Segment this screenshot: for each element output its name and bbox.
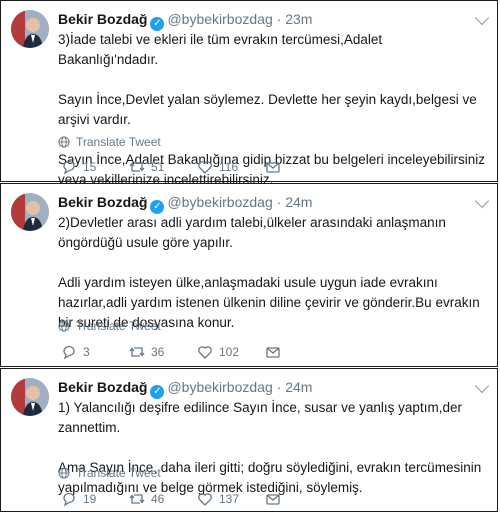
verified-badge-icon: ✓ (150, 200, 165, 214)
timestamp[interactable]: 23m (285, 11, 312, 27)
chevron-down-icon[interactable] (474, 378, 490, 394)
translate-label: Translate Tweet (76, 466, 161, 480)
retweet-icon (129, 494, 145, 504)
like-count: 137 (219, 492, 240, 506)
author-handle[interactable]: @bybekirbozdag (167, 379, 272, 395)
tweet-actions: 19 46 137 (61, 491, 281, 507)
direct-message-icon (266, 494, 280, 505)
reply-icon (63, 492, 75, 507)
retweet-icon (129, 162, 145, 172)
heart-icon (198, 161, 212, 174)
retweet-button[interactable]: 46 (129, 491, 197, 507)
avatar-image (11, 193, 49, 231)
direct-message-button[interactable] (265, 159, 281, 175)
author-handle[interactable]: @bybekirbozdag (167, 11, 272, 27)
like-count: 116 (219, 160, 239, 174)
author-name[interactable]: Bekir Bozdağ (58, 379, 147, 395)
tweet-header: Bekir Bozdağ ✓ @bybekirbozdag · 24m (58, 378, 312, 399)
tweet-header: Bekir Bozdağ ✓ @bybekirbozdag · 24m (58, 193, 312, 214)
avatar-image (11, 10, 49, 48)
retweet-icon (129, 347, 145, 357)
heart-icon (198, 493, 212, 506)
author-handle[interactable]: @bybekirbozdag (167, 194, 272, 210)
tweet-2[interactable]: Bekir Bozdağ ✓ @bybekirbozdag · 24m 2)Devl… (0, 183, 498, 367)
globe-icon (58, 320, 70, 332)
avatar[interactable] (11, 10, 49, 48)
separator-dot: · (276, 379, 282, 395)
author-name[interactable]: Bekir Bozdağ (58, 194, 147, 210)
separator-dot: · (276, 194, 282, 210)
tweet-header: Bekir Bozdağ ✓ @bybekirbozdag · 23m (58, 10, 312, 31)
translate-label: Translate Tweet (76, 135, 161, 149)
translate-tweet-link[interactable]: Translate Tweet (58, 319, 161, 333)
globe-icon (58, 136, 70, 148)
retweet-count: 36 (151, 345, 165, 359)
retweet-button[interactable]: 36 (129, 344, 197, 360)
tweet-1[interactable]: Bekir Bozdağ ✓ @bybekirbozdag · 23m 3)İade… (0, 0, 498, 187)
chevron-down-icon[interactable] (474, 10, 490, 26)
tweet-paragraph: 3)İade talebi ve ekleri ile tüm evrakın … (58, 32, 383, 67)
tweet-paragraph: 1) Yalancılığı deşifre edilince Sayın İn… (58, 400, 462, 435)
tweet-actions: 3 36 102 (61, 344, 281, 360)
reply-button[interactable]: 15 (61, 159, 129, 175)
reply-icon (63, 345, 75, 360)
reply-icon (63, 160, 75, 175)
avatar[interactable] (11, 378, 49, 416)
like-button[interactable]: 116 (197, 159, 265, 175)
retweet-button[interactable]: 51 (129, 159, 197, 175)
direct-message-icon (266, 162, 280, 173)
separator-dot: · (276, 11, 282, 27)
like-button[interactable]: 137 (197, 491, 265, 507)
reply-count: 3 (83, 345, 90, 359)
tweet-text: 1) Yalancılığı deşifre edilince Sayın İn… (58, 398, 485, 498)
tweet-paragraph: Sayın İnce,Devlet yalan söylemez. Devlet… (58, 92, 477, 127)
author-name[interactable]: Bekir Bozdağ (58, 11, 147, 27)
verified-badge-icon: ✓ (150, 385, 165, 399)
direct-message-button[interactable] (265, 344, 281, 360)
reply-button[interactable]: 19 (61, 491, 129, 507)
translate-tweet-link[interactable]: Translate Tweet (58, 466, 161, 480)
tweet-actions: 15 51 116 (61, 159, 281, 175)
verified-badge-icon: ✓ (150, 17, 165, 31)
reply-button[interactable]: 3 (61, 344, 129, 360)
reply-count: 15 (83, 160, 97, 174)
globe-icon (58, 467, 70, 479)
timestamp[interactable]: 24m (285, 194, 312, 210)
direct-message-button[interactable] (265, 491, 281, 507)
heart-icon (198, 346, 212, 359)
retweet-count: 51 (151, 160, 165, 174)
translate-label: Translate Tweet (76, 319, 161, 333)
tweet-3[interactable]: Bekir Bozdağ ✓ @bybekirbozdag · 24m 1) Yal… (0, 368, 498, 512)
tweet-paragraph: 2)Devletler arası adli yardım talebi,ülk… (58, 215, 446, 250)
like-button[interactable]: 102 (197, 344, 265, 360)
reply-count: 19 (83, 492, 97, 506)
avatar[interactable] (11, 193, 49, 231)
translate-tweet-link[interactable]: Translate Tweet (58, 135, 161, 149)
tweet-text: 2)Devletler arası adli yardım talebi,ülk… (58, 213, 485, 333)
avatar-image (11, 378, 49, 416)
like-count: 102 (219, 345, 240, 359)
retweet-count: 46 (151, 492, 165, 506)
chevron-down-icon[interactable] (474, 193, 490, 209)
timestamp[interactable]: 24m (285, 379, 312, 395)
direct-message-icon (266, 347, 280, 358)
